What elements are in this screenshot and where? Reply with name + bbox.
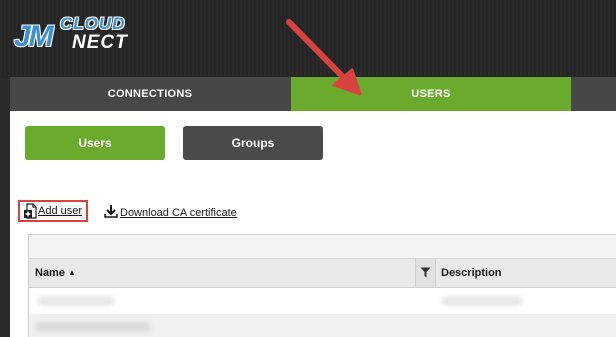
logo-mark: JM <box>14 20 54 53</box>
top-header: JM CLOUD NECT <box>0 0 616 78</box>
groups-button[interactable]: Groups <box>183 126 323 160</box>
column-header-name[interactable]: Name ▲ <box>35 259 76 287</box>
tab-users[interactable]: USERS <box>291 77 571 119</box>
main-tab-bar: CONNECTIONS USERS <box>10 77 616 119</box>
table-row[interactable] <box>29 288 616 313</box>
funnel-icon <box>420 267 431 278</box>
sort-ascending-icon: ▲ <box>67 268 76 277</box>
table-header: Name ▲ Description <box>29 259 616 288</box>
users-table: Name ▲ Description <box>28 234 616 337</box>
logo-nect-text: NECT <box>72 32 128 53</box>
table-toolbar <box>29 235 616 259</box>
users-button[interactable]: Users <box>25 126 165 160</box>
redacted-name <box>37 296 115 306</box>
filter-button[interactable] <box>415 259 436 287</box>
download-ca-link[interactable]: Download CA certificate <box>104 204 237 219</box>
jmconnect-logo[interactable]: JM CLOUD NECT <box>14 14 164 58</box>
app-window: JM CLOUD NECT CONNECTIONS USERS Users Gr… <box>0 0 616 337</box>
add-user-label: Add user <box>38 205 83 217</box>
column-name-label: Name <box>35 267 65 279</box>
tab-overflow[interactable] <box>572 77 616 111</box>
column-header-description[interactable]: Description <box>441 259 502 287</box>
tab-connections[interactable]: CONNECTIONS <box>10 77 290 111</box>
logo-cloud-text: CLOUD <box>60 14 126 33</box>
download-icon <box>104 204 118 218</box>
add-user-link[interactable]: Add user <box>18 200 88 222</box>
add-file-icon <box>24 203 38 219</box>
redacted-description <box>441 296 523 306</box>
table-row[interactable] <box>29 314 616 337</box>
redacted-name <box>35 322 151 332</box>
users-panel: Users Groups Add user Download CA certif… <box>10 111 616 337</box>
download-ca-label: Download CA certificate <box>120 207 237 219</box>
